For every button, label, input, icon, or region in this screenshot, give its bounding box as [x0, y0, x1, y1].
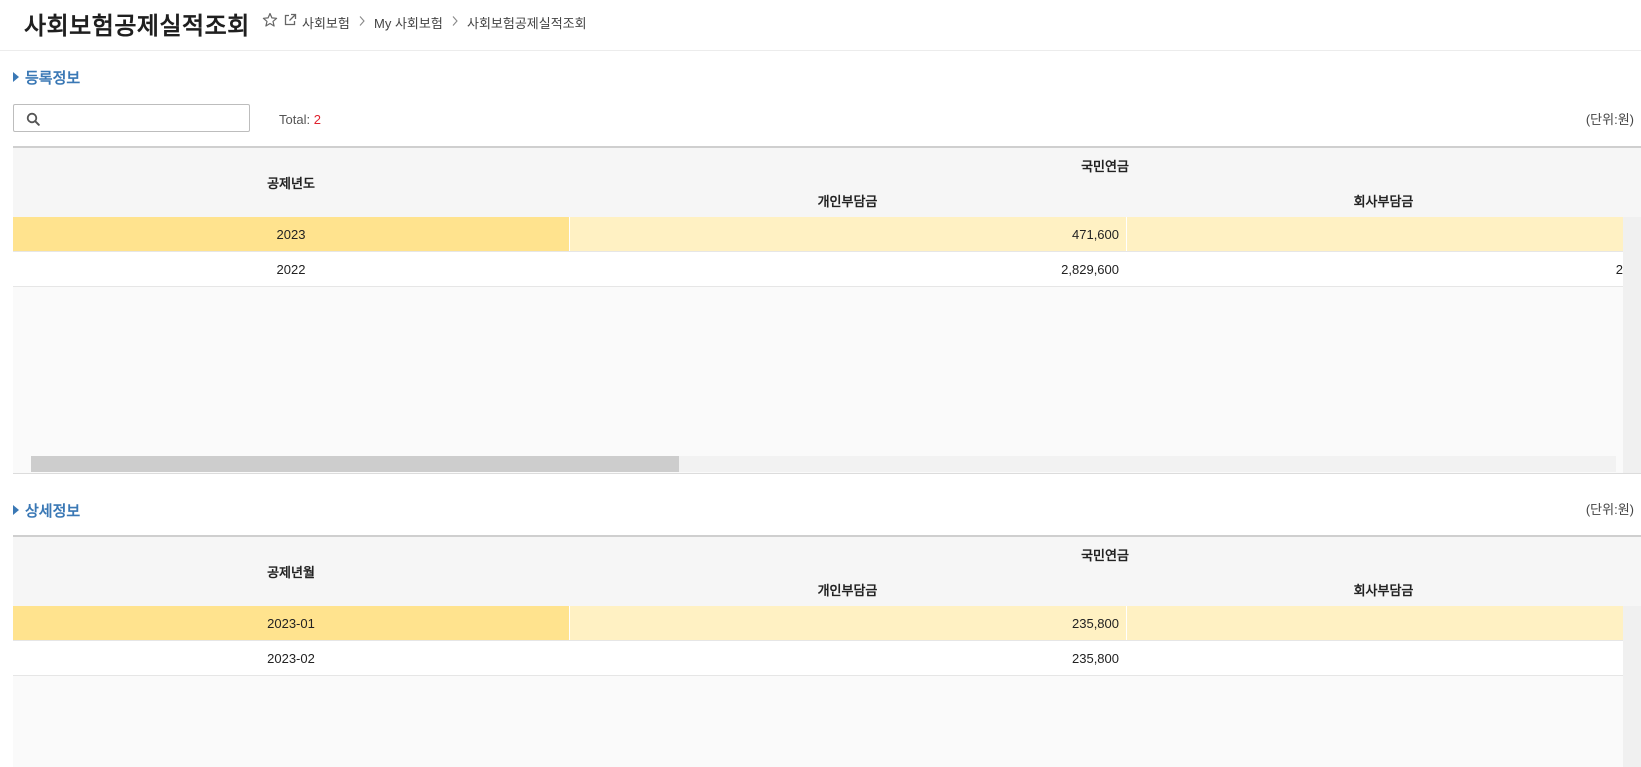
chevron-right-icon	[452, 16, 458, 26]
unit-label: (단위:원)	[1585, 502, 1634, 517]
table-cell-month[interactable]: 2023-01	[13, 606, 569, 640]
detail-section-title: 상세정보	[25, 503, 81, 520]
detail-grid: 공제년월 국민연금 개인부담금 회사부담금 2023-01 235,800 20…	[13, 535, 1641, 767]
row-divider	[13, 286, 1623, 287]
total-count-label: Total: 2	[279, 112, 321, 127]
registration-section-title: 등록정보	[25, 70, 81, 87]
horizontal-scrollbar[interactable]	[31, 456, 1616, 472]
section-bullet-icon	[13, 505, 19, 515]
search-input[interactable]	[46, 109, 245, 129]
table-cell-personal[interactable]: 471,600	[569, 217, 1126, 251]
column-header-month[interactable]: 공제년월	[13, 537, 569, 606]
table-cell-personal[interactable]: 2,829,600	[569, 252, 1126, 286]
section-bullet-icon	[13, 72, 19, 82]
breadcrumb-item-social-insurance[interactable]: 사회보험	[302, 13, 350, 32]
horizontal-scrollbar-thumb[interactable]	[31, 456, 679, 472]
breadcrumb-item-current: 사회보험공제실적조회	[467, 16, 587, 31]
table-cell-month[interactable]: 2023-02	[13, 641, 569, 675]
column-header-personal[interactable]: 개인부담금	[569, 183, 1126, 217]
vertical-scrollbar[interactable]	[1623, 606, 1641, 767]
total-label-text: Total:	[279, 112, 311, 127]
star-icon[interactable]	[262, 12, 278, 28]
column-header-company[interactable]: 회사부담금	[1126, 183, 1641, 217]
registration-grid: 공제년도 국민연금 개인부담금 회사부담금 2023 471,600 2022 …	[13, 146, 1641, 474]
table-cell-company[interactable]	[1126, 606, 1623, 640]
external-link-icon[interactable]	[283, 13, 297, 27]
column-header-company[interactable]: 회사부담금	[1126, 572, 1641, 606]
table-cell-year[interactable]: 2022	[13, 252, 569, 286]
table-cell-personal[interactable]: 235,800	[569, 641, 1126, 675]
chevron-right-icon	[359, 16, 365, 26]
column-header-year[interactable]: 공제년도	[13, 148, 569, 217]
table-cell-personal[interactable]: 235,800	[569, 606, 1126, 640]
column-header-group[interactable]: 국민연금	[569, 148, 1641, 183]
row-divider	[13, 675, 1623, 676]
column-header-group[interactable]: 국민연금	[569, 537, 1641, 572]
total-count-value: 2	[313, 112, 321, 127]
vertical-scrollbar[interactable]	[1623, 217, 1641, 474]
page-title: 사회보험공제실적조회	[24, 13, 250, 40]
grid-bottom-border	[13, 473, 1641, 474]
breadcrumb-item-my-social-insurance[interactable]: My 사회보험	[374, 13, 443, 32]
table-cell-company[interactable]: 2	[1126, 252, 1623, 286]
table-cell-company[interactable]	[1126, 217, 1623, 251]
search-icon[interactable]	[26, 112, 40, 126]
table-cell-year[interactable]: 2023	[13, 217, 569, 251]
search-field[interactable]	[13, 104, 250, 132]
unit-label: (단위:원)	[1585, 112, 1634, 127]
column-header-personal[interactable]: 개인부담금	[569, 572, 1126, 606]
table-cell-company[interactable]	[1126, 641, 1623, 675]
